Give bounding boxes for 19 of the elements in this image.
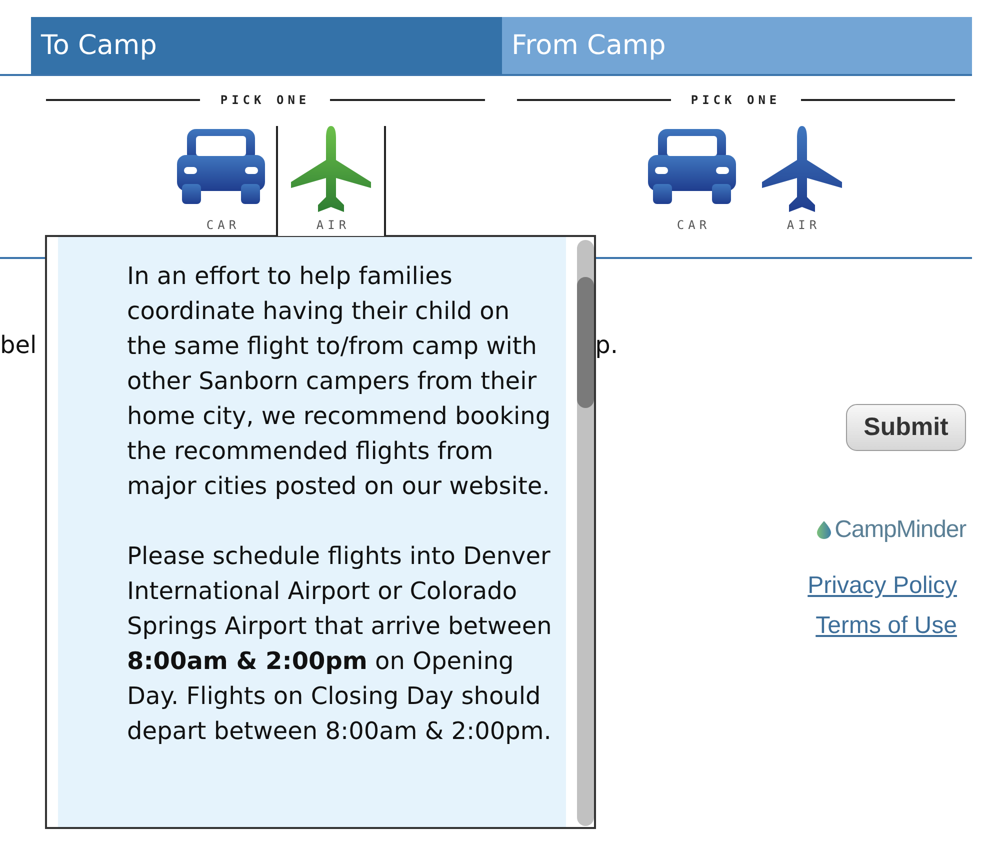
footer-link[interactable]: Privacy Policy: [808, 573, 957, 599]
direction-tab[interactable]: To Camp: [31, 17, 502, 74]
car-icon: [648, 129, 736, 204]
logo-text: CampMinder: [834, 517, 966, 543]
pick-one-heading: PICK ONE: [220, 93, 310, 107]
info-paragraph: In an effort to help families coordinate having their child on the same flight to/from camp with other Sanborn campers from their home city, we recommend booking the recommended flights from major cities posted on our website.: [127, 261, 552, 502]
pick-one-heading: PICK ONE: [690, 93, 781, 107]
submit-button[interactable]: Submit: [846, 404, 966, 451]
scrollbar-track[interactable]: [577, 240, 594, 826]
airplane-icon: [291, 126, 372, 212]
scrollbar-thumb[interactable]: [577, 277, 594, 408]
body-text: p.: [595, 330, 618, 360]
travel-mode-option[interactable]: AIR: [276, 126, 386, 236]
airplane-icon: [762, 126, 842, 212]
footer-link[interactable]: Terms of Use: [816, 613, 957, 639]
drop-logo-icon: [816, 521, 831, 539]
info-paragraph: Please schedule flights into Denver International Airport or Colorado Springs Airport that arrive between 8:00am & 2:00pm on Opening Day. Flights on Closing Day should depart between 8:00am & 2:00pm.: [127, 541, 553, 747]
body-text: bel: [0, 330, 37, 360]
car-icon: [177, 129, 266, 204]
